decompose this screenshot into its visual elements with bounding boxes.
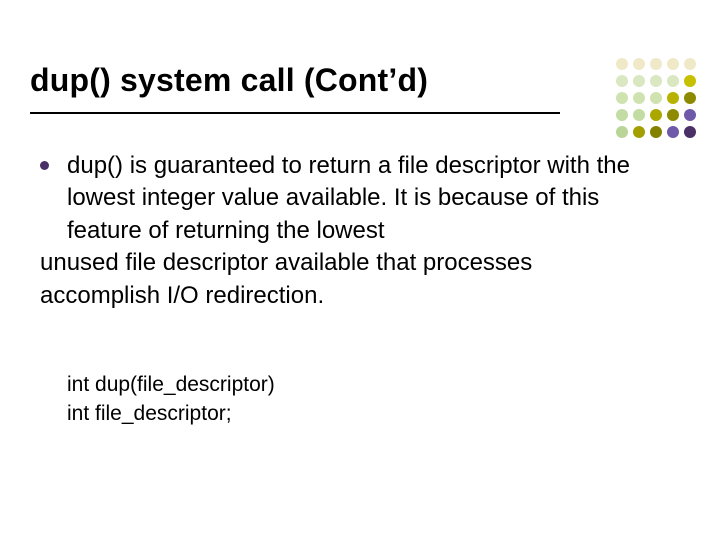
- decor-dot: [616, 92, 628, 104]
- decor-dot: [633, 58, 645, 70]
- decor-dot: [633, 92, 645, 104]
- decorative-dot-grid: [616, 58, 696, 138]
- decor-dot: [684, 75, 696, 87]
- bullet-line-1: dup() is guaranteed to return a file des…: [67, 152, 630, 244]
- decor-dot: [633, 109, 645, 121]
- decor-dot: [684, 126, 696, 138]
- decor-dot: [650, 126, 662, 138]
- decor-dot: [650, 109, 662, 121]
- decor-dot: [650, 75, 662, 87]
- decor-dot: [667, 75, 679, 87]
- decor-dot: [684, 109, 696, 121]
- bullet-item: dup() is guaranteed to return a file des…: [40, 150, 656, 312]
- title-underline: [30, 112, 560, 114]
- code-line-1: int dup(file_descriptor): [67, 370, 275, 399]
- decor-dot: [667, 92, 679, 104]
- decor-dot: [650, 58, 662, 70]
- slide-body: dup() is guaranteed to return a file des…: [40, 150, 656, 312]
- decor-dot: [650, 92, 662, 104]
- slide: dup() system call (Cont’d) dup() is guar…: [0, 0, 720, 540]
- decor-dot: [633, 75, 645, 87]
- decor-dot: [667, 109, 679, 121]
- decor-dot: [684, 58, 696, 70]
- decor-dot: [633, 126, 645, 138]
- decor-dot: [616, 58, 628, 70]
- decor-dot: [616, 109, 628, 121]
- code-block: int dup(file_descriptor) int file_descri…: [67, 370, 275, 429]
- decor-dot: [616, 126, 628, 138]
- bullet-icon: [40, 161, 49, 170]
- bullet-text: dup() is guaranteed to return a file des…: [67, 150, 656, 312]
- code-line-2: int file_descriptor;: [67, 399, 275, 428]
- decor-dot: [616, 75, 628, 87]
- slide-title: dup() system call (Cont’d): [30, 62, 560, 99]
- bullet-line-2: unused file descriptor available that pr…: [40, 247, 656, 312]
- decor-dot: [667, 126, 679, 138]
- title-wrap: dup() system call (Cont’d): [30, 62, 560, 99]
- decor-dot: [667, 58, 679, 70]
- decor-dot: [684, 92, 696, 104]
